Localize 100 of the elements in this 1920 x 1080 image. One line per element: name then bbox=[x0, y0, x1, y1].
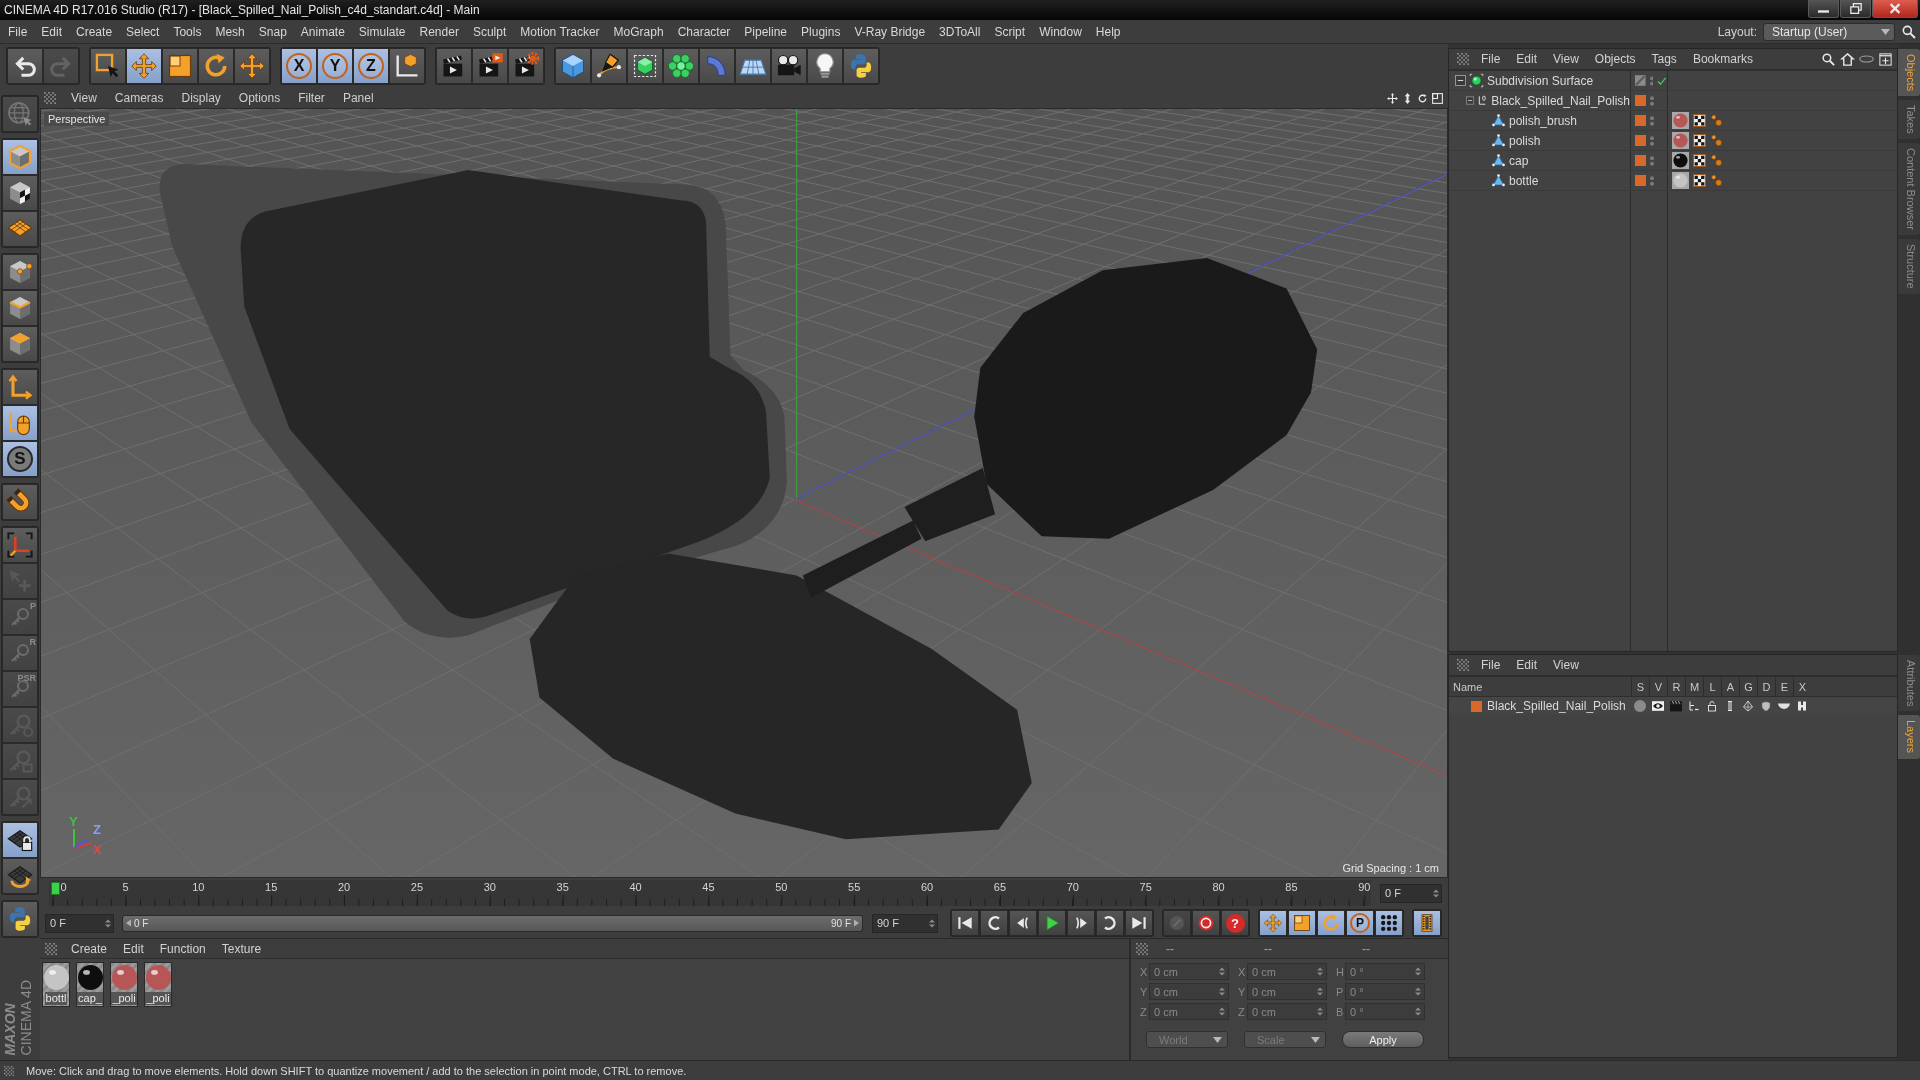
axis-button[interactable]: Y bbox=[317, 48, 353, 84]
menu-item[interactable]: Pipeline bbox=[737, 24, 795, 39]
checkmark-icon[interactable] bbox=[1657, 76, 1667, 85]
grid-lock-button[interactable] bbox=[2, 822, 38, 858]
python-button[interactable] bbox=[843, 48, 879, 84]
grip-icon[interactable] bbox=[1457, 659, 1469, 671]
checker-tag-icon[interactable] bbox=[1693, 174, 1706, 187]
menu-item[interactable]: Plugins bbox=[794, 24, 848, 39]
viewport-menu-item[interactable]: View bbox=[62, 91, 106, 105]
render-settings-button[interactable] bbox=[508, 48, 544, 84]
collapse-icon[interactable] bbox=[1455, 75, 1466, 86]
menu-item[interactable]: Objects bbox=[1586, 52, 1644, 66]
phong-tag-icon[interactable] bbox=[1710, 134, 1723, 147]
param-button[interactable]: P bbox=[1346, 910, 1374, 936]
visibility-dots-icon[interactable] bbox=[1650, 135, 1654, 146]
viewport-menu-item[interactable]: Filter bbox=[289, 91, 334, 105]
layer-color-swatch[interactable] bbox=[1635, 155, 1646, 166]
scale-button[interactable] bbox=[1288, 910, 1316, 936]
start-frame-field[interactable]: 0 F bbox=[45, 913, 114, 933]
menu-item[interactable]: Bookmarks bbox=[1684, 52, 1761, 66]
side-tab[interactable]: Content Browser bbox=[1898, 143, 1920, 235]
step-forward-button[interactable] bbox=[1067, 910, 1095, 936]
python-button[interactable] bbox=[2, 901, 38, 937]
menu-item[interactable]: Animate bbox=[293, 24, 352, 39]
move-arrows-icon[interactable] bbox=[1386, 91, 1399, 105]
timeline-ruler[interactable]: 0 5 10 15 20 25 30 35 40 45 50 55 60 65 70 75 80 85 90 bbox=[49, 880, 1371, 906]
menu-item[interactable]: Texture bbox=[213, 941, 270, 956]
object-name[interactable]: cap bbox=[1509, 153, 1529, 168]
menu-item[interactable]: Help bbox=[1088, 24, 1128, 39]
undo-button[interactable] bbox=[7, 48, 43, 84]
grip-icon[interactable] bbox=[44, 92, 56, 104]
collapse-icon[interactable] bbox=[1466, 95, 1475, 106]
search-icon[interactable] bbox=[1821, 51, 1836, 67]
visibility-dots-icon[interactable] bbox=[1650, 115, 1654, 126]
bend-button[interactable] bbox=[699, 48, 735, 84]
rotate-button[interactable] bbox=[198, 48, 234, 84]
material-item[interactable]: cap_ bbox=[76, 962, 104, 1007]
viewport-menu-item[interactable]: Cameras bbox=[105, 91, 173, 105]
eye-icon[interactable] bbox=[1652, 700, 1664, 712]
menu-item[interactable]: Sculpt bbox=[465, 24, 514, 39]
axis-button[interactable]: Z bbox=[353, 48, 389, 84]
model-button[interactable] bbox=[2, 139, 38, 175]
checker-tag-icon[interactable] bbox=[1693, 134, 1706, 147]
light-button[interactable] bbox=[807, 48, 843, 84]
maximize-icon[interactable] bbox=[1431, 91, 1444, 105]
visibility-dots-icon[interactable] bbox=[1650, 95, 1654, 106]
points-button[interactable] bbox=[2, 254, 38, 290]
menu-item[interactable]: MoGraph bbox=[606, 24, 671, 39]
render-viewer-button[interactable] bbox=[472, 48, 508, 84]
selection-button[interactable] bbox=[90, 48, 126, 84]
menu-item[interactable]: Edit bbox=[1508, 658, 1546, 672]
menu-item[interactable]: Edit bbox=[1508, 52, 1546, 66]
viewport-menu-item[interactable]: Options bbox=[229, 91, 290, 105]
h-block-icon[interactable] bbox=[1796, 700, 1808, 712]
layout-dropdown[interactable]: Startup (User) bbox=[1763, 22, 1895, 41]
edges-button[interactable] bbox=[2, 290, 38, 326]
grip-icon[interactable] bbox=[1457, 53, 1469, 65]
object-name[interactable]: bottle bbox=[1509, 173, 1539, 188]
plus-square-icon[interactable] bbox=[1878, 51, 1893, 67]
magnet-button[interactable] bbox=[2, 484, 38, 520]
3d-viewport[interactable]: Perspective Y Z X Grid Spacing : 1 cm bbox=[40, 108, 1448, 878]
side-tab[interactable]: Layers bbox=[1898, 715, 1920, 759]
search-icon[interactable] bbox=[1901, 23, 1917, 40]
menu-item[interactable]: Character bbox=[670, 24, 738, 39]
workplane-button[interactable] bbox=[2, 211, 38, 247]
film-button[interactable] bbox=[1413, 910, 1441, 936]
scale-button[interactable] bbox=[162, 48, 198, 84]
checker-tag-icon[interactable] bbox=[1693, 154, 1706, 167]
material-item[interactable]: bottl bbox=[42, 962, 70, 1007]
menu-item[interactable]: Window bbox=[1032, 24, 1089, 39]
polygons-button[interactable] bbox=[2, 326, 38, 362]
menu-item[interactable]: V-Ray Bridge bbox=[847, 24, 933, 39]
object-name[interactable]: Black_Spilled_Nail_Polish bbox=[1491, 93, 1630, 108]
skip-start-button[interactable] bbox=[951, 910, 979, 936]
rotate-button[interactable] bbox=[1317, 910, 1345, 936]
menu-item[interactable]: File bbox=[1473, 52, 1509, 66]
step-back-button[interactable] bbox=[1009, 910, 1037, 936]
layer-color-swatch[interactable] bbox=[1635, 175, 1646, 186]
minimize-button[interactable] bbox=[1808, 0, 1839, 18]
open-lock-icon[interactable] bbox=[1706, 700, 1718, 712]
menu-item[interactable]: View bbox=[1545, 52, 1587, 66]
menu-item[interactable]: Select bbox=[119, 24, 167, 39]
layer-color-swatch[interactable] bbox=[1635, 135, 1646, 146]
camera-button[interactable] bbox=[771, 48, 807, 84]
menu-item[interactable]: File bbox=[1473, 658, 1509, 672]
menu-item[interactable]: Simulate bbox=[351, 24, 413, 39]
layer-color-swatch[interactable] bbox=[1635, 115, 1646, 126]
move-button[interactable] bbox=[126, 48, 162, 84]
grip-icon[interactable] bbox=[4, 1065, 14, 1076]
axis-button[interactable]: X bbox=[281, 48, 317, 84]
side-tab[interactable]: Attributes bbox=[1898, 655, 1920, 712]
axis-mode-button[interactable] bbox=[2, 369, 38, 405]
menu-item[interactable]: Script bbox=[987, 24, 1033, 39]
dot-icon[interactable] bbox=[1634, 700, 1646, 712]
cloner-button[interactable] bbox=[663, 48, 699, 84]
workplane-axis-button[interactable] bbox=[2, 527, 38, 563]
end-frame-field[interactable]: 90 F bbox=[872, 913, 938, 933]
restore-button[interactable] bbox=[1840, 0, 1871, 18]
autokey-button[interactable] bbox=[1192, 910, 1220, 936]
layer-name[interactable]: Black_Spilled_Nail_Polish bbox=[1487, 699, 1626, 713]
